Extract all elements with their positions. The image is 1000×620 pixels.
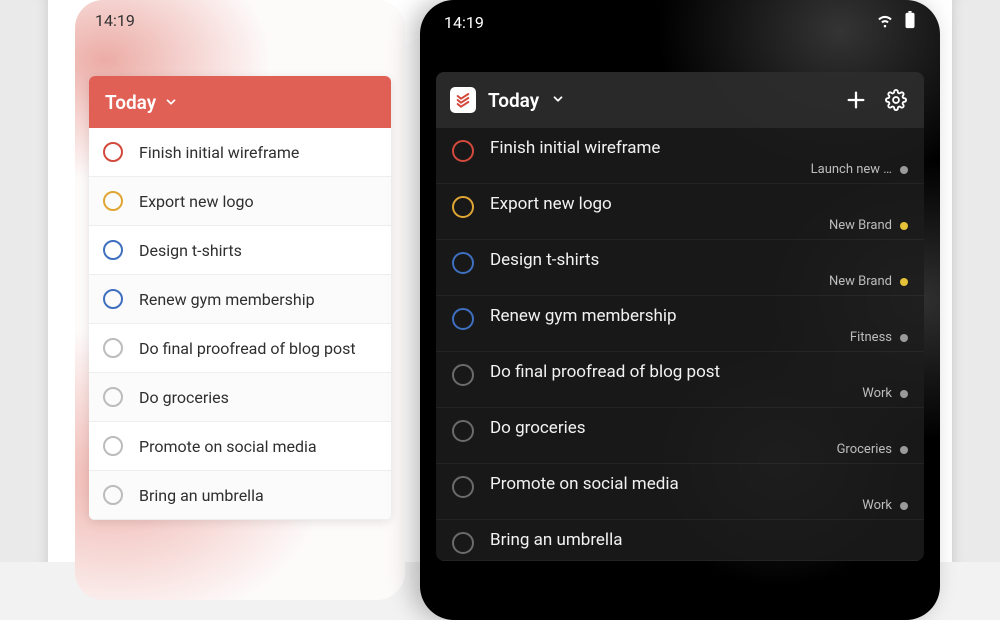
task-project: Fitness — [490, 330, 908, 345]
widget-header[interactable]: Today — [89, 76, 391, 128]
task-project-label: Fitness — [850, 330, 892, 345]
task-row[interactable]: Do final proofread of blog post Work — [436, 352, 924, 408]
task-row[interactable]: Design t-shirts New Brand — [436, 240, 924, 296]
add-button[interactable] — [842, 86, 870, 114]
task-list: Finish initial wireframe Launch new … Expo… — [436, 128, 924, 561]
status-bar: 14:19 — [75, 0, 405, 40]
task-label: Renew gym membership — [490, 306, 908, 326]
task-project: Work — [490, 498, 908, 513]
task-row[interactable]: Do final proofread of blog post — [89, 324, 391, 373]
task-label: Do final proofread of blog post — [490, 362, 908, 382]
project-color-dot-icon — [900, 278, 908, 286]
status-time: 14:19 — [95, 11, 135, 30]
task-row[interactable]: Do groceries — [89, 373, 391, 422]
page-gutter-right — [952, 0, 1000, 562]
task-checkbox[interactable] — [452, 196, 474, 218]
task-checkbox[interactable] — [103, 191, 123, 211]
today-widget-dark: Today Finish initial wireframe Launch new… — [436, 72, 924, 561]
task-label: Export new logo — [139, 192, 254, 211]
task-row[interactable]: Do groceries Groceries — [436, 408, 924, 464]
task-checkbox[interactable] — [452, 140, 474, 162]
task-row[interactable]: Export new logo — [89, 177, 391, 226]
task-checkbox[interactable] — [103, 240, 123, 260]
task-row[interactable]: Bring an umbrella — [89, 471, 391, 520]
task-row[interactable]: Renew gym membership — [89, 275, 391, 324]
task-checkbox[interactable] — [452, 532, 474, 554]
task-checkbox[interactable] — [452, 420, 474, 442]
task-label: Renew gym membership — [139, 290, 315, 309]
widget-title: Today — [105, 91, 156, 114]
task-checkbox[interactable] — [452, 476, 474, 498]
task-label: Do groceries — [490, 418, 908, 438]
task-label: Bring an umbrella — [490, 530, 908, 550]
battery-icon — [904, 11, 916, 33]
chevron-down-icon[interactable] — [551, 91, 565, 110]
task-row[interactable]: Export new logo New Brand — [436, 184, 924, 240]
project-color-dot-icon — [900, 390, 908, 398]
widget-header: Today — [436, 72, 924, 128]
chevron-down-icon — [164, 95, 178, 109]
project-color-dot-icon — [900, 222, 908, 230]
task-checkbox[interactable] — [103, 436, 123, 456]
task-list: Finish initial wireframe Export new logo D… — [89, 128, 391, 520]
task-project-label: New Brand — [829, 218, 892, 233]
task-label: Do groceries — [139, 388, 229, 407]
wifi-icon — [876, 11, 894, 33]
task-checkbox[interactable] — [452, 308, 474, 330]
project-color-dot-icon — [900, 502, 908, 510]
task-project-label: Launch new … — [811, 162, 892, 177]
task-label: Export new logo — [490, 194, 908, 214]
task-row[interactable]: Design t-shirts — [89, 226, 391, 275]
task-project: Groceries — [490, 442, 908, 457]
task-row[interactable]: Promote on social media Work — [436, 464, 924, 520]
task-label: Do final proofread of blog post — [139, 339, 356, 358]
task-label: Promote on social media — [139, 437, 317, 456]
widget-title[interactable]: Today — [488, 89, 539, 112]
task-checkbox[interactable] — [103, 387, 123, 407]
task-row[interactable]: Bring an umbrella — [436, 520, 924, 561]
task-label: Finish initial wireframe — [490, 138, 908, 158]
task-label: Finish initial wireframe — [139, 143, 299, 162]
task-row[interactable]: Renew gym membership Fitness — [436, 296, 924, 352]
task-checkbox[interactable] — [452, 252, 474, 274]
task-project-label: Work — [862, 386, 892, 401]
page-gutter-left — [0, 0, 48, 562]
project-color-dot-icon — [900, 446, 908, 454]
project-color-dot-icon — [900, 166, 908, 174]
task-checkbox[interactable] — [103, 289, 123, 309]
task-checkbox[interactable] — [103, 338, 123, 358]
task-row[interactable]: Promote on social media — [89, 422, 391, 471]
phone-dark: 14:19 Today — [420, 0, 940, 620]
status-time: 14:19 — [444, 13, 484, 32]
project-color-dot-icon — [900, 334, 908, 342]
task-project-label: New Brand — [829, 274, 892, 289]
task-label: Promote on social media — [490, 474, 908, 494]
task-label: Bring an umbrella — [139, 486, 264, 505]
task-row[interactable]: Finish initial wireframe — [89, 128, 391, 177]
task-checkbox[interactable] — [452, 364, 474, 386]
task-project-label: Groceries — [837, 442, 892, 457]
settings-button[interactable] — [882, 86, 910, 114]
task-checkbox[interactable] — [103, 485, 123, 505]
task-project: Launch new … — [490, 162, 908, 177]
task-project-label: Work — [862, 498, 892, 513]
task-row[interactable]: Finish initial wireframe Launch new … — [436, 128, 924, 184]
task-project: New Brand — [490, 218, 908, 233]
task-project: Work — [490, 386, 908, 401]
task-label: Design t-shirts — [139, 241, 242, 260]
status-bar: 14:19 — [420, 0, 940, 44]
today-widget-light: Today Finish initial wireframe Export new… — [89, 76, 391, 520]
task-label: Design t-shirts — [490, 250, 908, 270]
app-logo-icon[interactable] — [450, 87, 476, 113]
task-checkbox[interactable] — [103, 142, 123, 162]
task-project: New Brand — [490, 274, 908, 289]
phone-light: 14:19 Today Finish initial wireframe Expo… — [75, 0, 405, 600]
